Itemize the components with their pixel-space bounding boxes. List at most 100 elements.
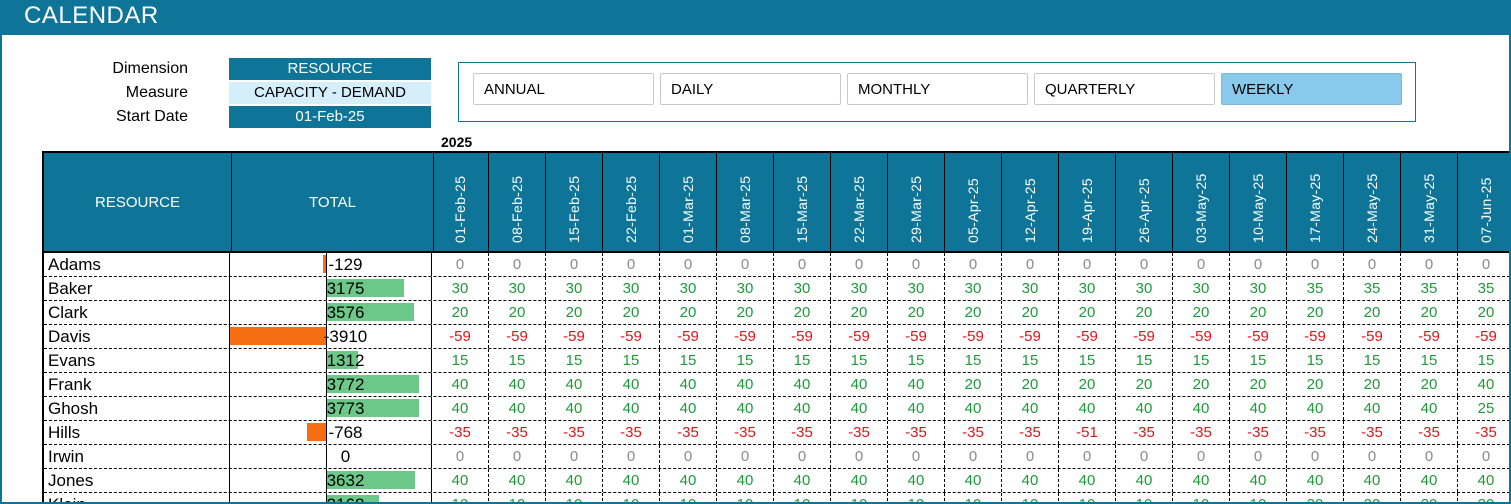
value-cell[interactable]: 20 <box>660 301 717 324</box>
value-cell[interactable]: 30 <box>945 277 1002 300</box>
date-column-header[interactable]: 26-Apr-25 <box>1116 153 1173 251</box>
value-cell[interactable]: 40 <box>888 373 945 396</box>
value-cell[interactable]: 15 <box>717 349 774 372</box>
value-cell[interactable]: 40 <box>660 397 717 420</box>
value-cell[interactable]: 20 <box>1344 493 1401 502</box>
value-cell[interactable]: -59 <box>945 325 1002 348</box>
value-cell[interactable]: 40 <box>1458 469 1509 492</box>
value-cell[interactable]: 0 <box>603 445 660 468</box>
value-cell[interactable]: 30 <box>432 277 489 300</box>
value-cell[interactable]: 15 <box>1458 349 1509 372</box>
value-cell[interactable]: 40 <box>660 373 717 396</box>
value-cell[interactable]: -35 <box>660 421 717 444</box>
table-row[interactable]: Irwin 0 0 0 0 0 0 0 0 0 0 0 0 0 0 0 0 0 0 0 0 <box>44 445 1509 469</box>
value-cell[interactable]: 20 <box>1458 301 1509 324</box>
value-cell[interactable]: 20 <box>603 301 660 324</box>
value-cell[interactable]: 20 <box>1458 493 1509 502</box>
value-cell[interactable]: 20 <box>1230 301 1287 324</box>
value-cell[interactable]: -59 <box>1287 325 1344 348</box>
value-cell[interactable]: 30 <box>546 277 603 300</box>
value-cell[interactable]: 20 <box>489 301 546 324</box>
table-row[interactable]: Hills -768 -35 -35 -35 -35 -35 -35 -35 -35 -35 -35-… <box>44 421 1509 445</box>
value-cell[interactable]: -59 <box>774 325 831 348</box>
total-column-header[interactable]: TOTAL <box>232 153 434 251</box>
value-cell[interactable]: -35 <box>546 421 603 444</box>
value-cell[interactable]: -35 <box>1173 421 1230 444</box>
value-cell[interactable]: 40 <box>1230 469 1287 492</box>
value-cell[interactable]: -59 <box>1401 325 1458 348</box>
table-row[interactable]: Ghosh 3773 40 40 40 40 40 40 40 40 40 40 40 40 40 40 40 4… <box>44 397 1509 421</box>
value-cell[interactable]: -59 <box>1059 325 1116 348</box>
value-cell[interactable]: 40 <box>774 373 831 396</box>
value-cell[interactable]: 40 <box>717 397 774 420</box>
date-column-header[interactable]: 22-Mar-25 <box>831 153 888 251</box>
value-cell[interactable]: 15 <box>489 349 546 372</box>
value-cell[interactable]: 30 <box>717 277 774 300</box>
value-cell[interactable]: 0 <box>660 253 717 276</box>
value-cell[interactable]: 40 <box>1287 397 1344 420</box>
date-column-header[interactable]: 17-May-25 <box>1287 153 1344 251</box>
value-cell[interactable]: 35 <box>1344 277 1401 300</box>
value-cell[interactable]: -35 <box>1287 421 1344 444</box>
value-cell[interactable]: 20 <box>1230 373 1287 396</box>
table-row[interactable]: Baker 3175 30 30 30 30 30 30 30 30 30 30 30 30 30 30 30 3… <box>44 277 1509 301</box>
value-cell[interactable]: 40 <box>660 469 717 492</box>
date-column-header[interactable]: 08-Mar-25 <box>717 153 774 251</box>
value-cell[interactable]: 15 <box>1059 349 1116 372</box>
value-cell[interactable]: 0 <box>1002 445 1059 468</box>
value-cell[interactable]: 0 <box>1230 445 1287 468</box>
value-cell[interactable]: 40 <box>1002 397 1059 420</box>
value-cell[interactable]: 40 <box>831 373 888 396</box>
value-cell[interactable]: 20 <box>1401 493 1458 502</box>
value-cell[interactable]: 10 <box>1230 493 1287 502</box>
table-row[interactable]: Adams -129 0 0 0 0 0 0 0 0 0 0 0 0 0 0 0 0 0 0 0 <box>44 253 1509 277</box>
value-cell[interactable]: 0 <box>945 253 1002 276</box>
value-cell[interactable]: 20 <box>1173 301 1230 324</box>
total-cell[interactable]: 3772 <box>230 373 432 396</box>
value-cell[interactable]: 10 <box>660 493 717 502</box>
value-cell[interactable]: 10 <box>1173 493 1230 502</box>
value-cell[interactable]: 20 <box>888 301 945 324</box>
value-cell[interactable]: 10 <box>1059 493 1116 502</box>
date-column-header[interactable]: 29-Mar-25 <box>888 153 945 251</box>
value-cell[interactable]: -35 <box>489 421 546 444</box>
value-cell[interactable]: 15 <box>1173 349 1230 372</box>
value-cell[interactable]: 0 <box>1230 253 1287 276</box>
value-cell[interactable]: 40 <box>489 397 546 420</box>
value-cell[interactable]: 20 <box>1002 373 1059 396</box>
value-cell[interactable]: 40 <box>1344 397 1401 420</box>
value-cell[interactable]: 20 <box>1287 493 1344 502</box>
dimension-field[interactable]: RESOURCE <box>229 58 431 80</box>
value-cell[interactable]: 40 <box>774 469 831 492</box>
value-cell[interactable]: -35 <box>432 421 489 444</box>
value-cell[interactable]: 0 <box>1344 253 1401 276</box>
value-cell[interactable]: 40 <box>489 373 546 396</box>
value-cell[interactable]: 20 <box>1401 301 1458 324</box>
value-cell[interactable]: 20 <box>1002 301 1059 324</box>
value-cell[interactable]: -59 <box>489 325 546 348</box>
value-cell[interactable]: 15 <box>774 349 831 372</box>
value-cell[interactable]: 20 <box>831 301 888 324</box>
value-cell[interactable]: -59 <box>831 325 888 348</box>
value-cell[interactable]: 0 <box>831 253 888 276</box>
value-cell[interactable]: -59 <box>546 325 603 348</box>
value-cell[interactable]: 0 <box>432 445 489 468</box>
value-cell[interactable]: 20 <box>1401 373 1458 396</box>
value-cell[interactable]: 0 <box>888 253 945 276</box>
value-cell[interactable]: 10 <box>774 493 831 502</box>
start-date-field[interactable]: 01-Feb-25 <box>229 106 431 128</box>
slicer-monthly-button[interactable]: MONTHLY <box>847 73 1028 105</box>
value-cell[interactable]: 0 <box>945 445 1002 468</box>
value-cell[interactable]: -35 <box>1458 421 1509 444</box>
value-cell[interactable]: 20 <box>1059 373 1116 396</box>
value-cell[interactable]: 30 <box>603 277 660 300</box>
value-cell[interactable]: -59 <box>1002 325 1059 348</box>
value-cell[interactable]: 0 <box>1059 253 1116 276</box>
value-cell[interactable]: -59 <box>660 325 717 348</box>
value-cell[interactable]: -59 <box>717 325 774 348</box>
value-cell[interactable]: 40 <box>603 397 660 420</box>
value-cell[interactable]: 15 <box>831 349 888 372</box>
total-cell[interactable]: 0 <box>230 445 432 468</box>
value-cell[interactable]: 40 <box>1116 397 1173 420</box>
value-cell[interactable]: 40 <box>489 469 546 492</box>
